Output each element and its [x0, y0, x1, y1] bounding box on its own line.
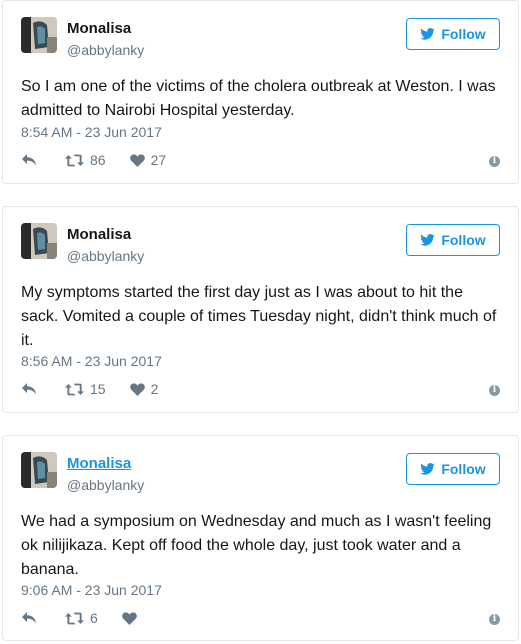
heart-icon: [121, 611, 137, 625]
user-handle[interactable]: @abbylanky: [67, 41, 144, 59]
heart-icon: [129, 382, 145, 396]
follow-label: Follow: [441, 26, 486, 42]
like-button[interactable]: 2: [129, 381, 159, 397]
tweet-text: We had a symposium on Wednesday and much…: [21, 513, 492, 578]
follow-label: Follow: [441, 461, 486, 477]
tweet-card: Monalisa @abbylanky Follow My symptoms s…: [2, 206, 519, 413]
reply-button[interactable]: [21, 382, 37, 396]
info-icon[interactable]: i: [489, 156, 500, 167]
like-button[interactable]: 27: [129, 152, 167, 168]
like-count: 27: [150, 152, 167, 168]
tweet-timestamp[interactable]: 9:06 AM - 23 Jun 2017: [21, 581, 162, 599]
avatar[interactable]: [21, 223, 57, 259]
tweet-text: So I am one of the victims of the choler…: [21, 78, 496, 119]
retweet-button[interactable]: 15: [65, 381, 106, 397]
tweet-actions: 15 2: [21, 381, 182, 397]
display-name[interactable]: Monalisa: [67, 455, 131, 473]
heart-icon: [129, 153, 145, 167]
like-button[interactable]: [121, 611, 143, 625]
like-count: 2: [150, 381, 159, 397]
twitter-bird-icon: [420, 28, 436, 40]
retweet-count: 15: [90, 381, 106, 397]
reply-icon: [22, 383, 36, 395]
retweet-button[interactable]: 6: [65, 610, 98, 626]
info-icon[interactable]: i: [489, 614, 500, 625]
twitter-bird-icon: [420, 463, 436, 475]
tweet-card: Monalisa @abbylanky Follow We had a symp…: [2, 435, 519, 641]
retweet-count: 86: [90, 152, 106, 168]
reply-button[interactable]: [21, 611, 37, 625]
reply-icon: [22, 154, 36, 166]
retweet-icon: [65, 612, 84, 624]
retweet-icon: [65, 383, 84, 395]
user-handle[interactable]: @abbylanky: [67, 247, 144, 265]
tweet-timestamp[interactable]: 8:56 AM - 23 Jun 2017: [21, 352, 162, 370]
tweet-text: My symptoms started the first day just a…: [21, 284, 497, 349]
tweet-timestamp[interactable]: 8:54 AM - 23 Jun 2017: [21, 123, 162, 141]
follow-button[interactable]: Follow: [406, 453, 500, 485]
user-handle[interactable]: @abbylanky: [67, 476, 144, 494]
retweet-button[interactable]: 86: [65, 152, 106, 168]
twitter-bird-icon: [420, 234, 436, 246]
reply-icon: [22, 612, 36, 624]
display-name[interactable]: Monalisa: [67, 226, 131, 244]
info-icon[interactable]: i: [489, 385, 500, 396]
tweet-actions: 6: [21, 610, 167, 626]
tweet-actions: 86 27: [21, 152, 190, 168]
follow-label: Follow: [441, 232, 486, 248]
avatar[interactable]: [21, 452, 57, 488]
follow-button[interactable]: Follow: [406, 224, 500, 256]
retweet-count: 6: [90, 610, 98, 626]
display-name[interactable]: Monalisa: [67, 20, 131, 38]
avatar[interactable]: [21, 17, 57, 53]
reply-button[interactable]: [21, 153, 37, 167]
tweet-card: Monalisa @abbylanky Follow So I am one o…: [2, 0, 519, 184]
retweet-icon: [65, 154, 84, 166]
follow-button[interactable]: Follow: [406, 18, 500, 50]
